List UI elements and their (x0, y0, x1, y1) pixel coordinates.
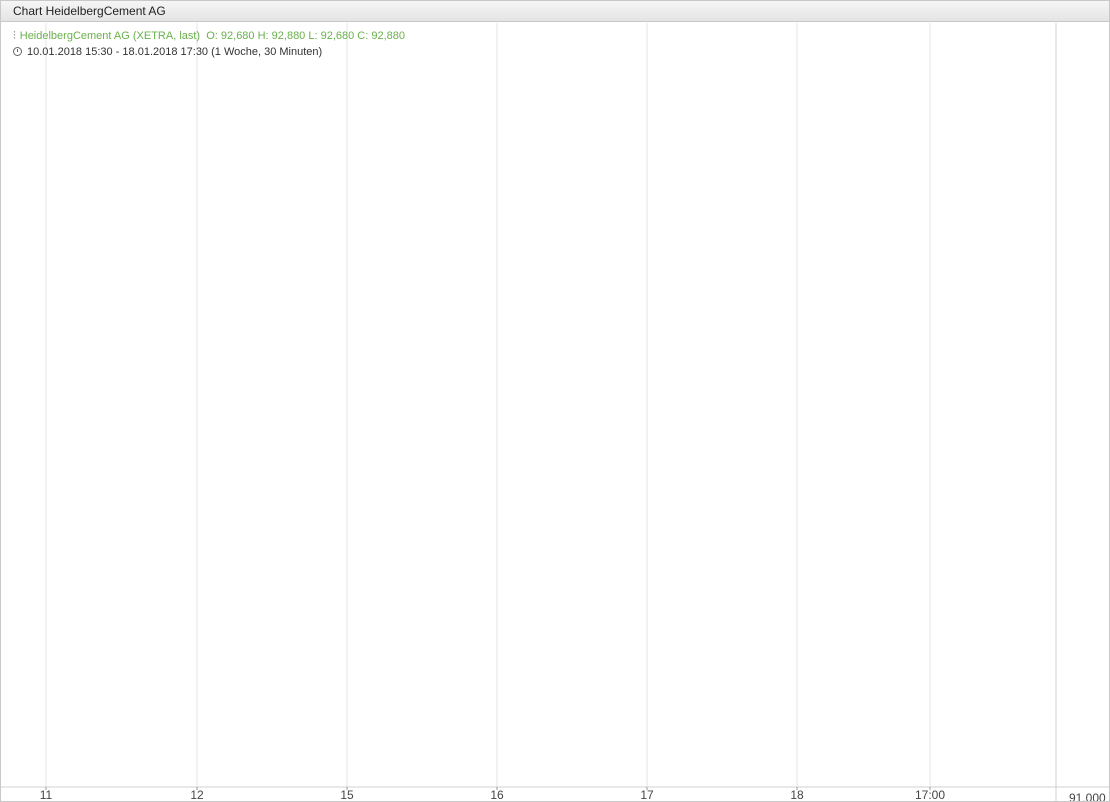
y-tick-label: 91,000 (1069, 791, 1106, 801)
bars-icon: ⫶ (13, 30, 16, 42)
instrument-legend: ⫶ HeidelbergCement AG (XETRA, last) O: 92… (13, 30, 405, 43)
ohlc-values: O: 92,680 H: 92,880 L: 92,680 C: 92,880 (206, 30, 405, 42)
chart-window: Chart HeidelbergCement AG 91,50092,00092… (0, 0, 1110, 802)
time-range: 10.01.2018 15:30 - 18.01.2018 17:30 (1 W… (27, 46, 323, 58)
instrument-name: HeidelbergCement AG (XETRA, last) (19, 30, 201, 42)
clock-icon (13, 47, 22, 56)
range-legend: 10.01.2018 15:30 - 18.01.2018 17:30 (1 W… (13, 46, 322, 58)
chart-canvas[interactable]: 91,50092,00092,50093,00093,50094,00094,5… (1, 1, 1109, 801)
